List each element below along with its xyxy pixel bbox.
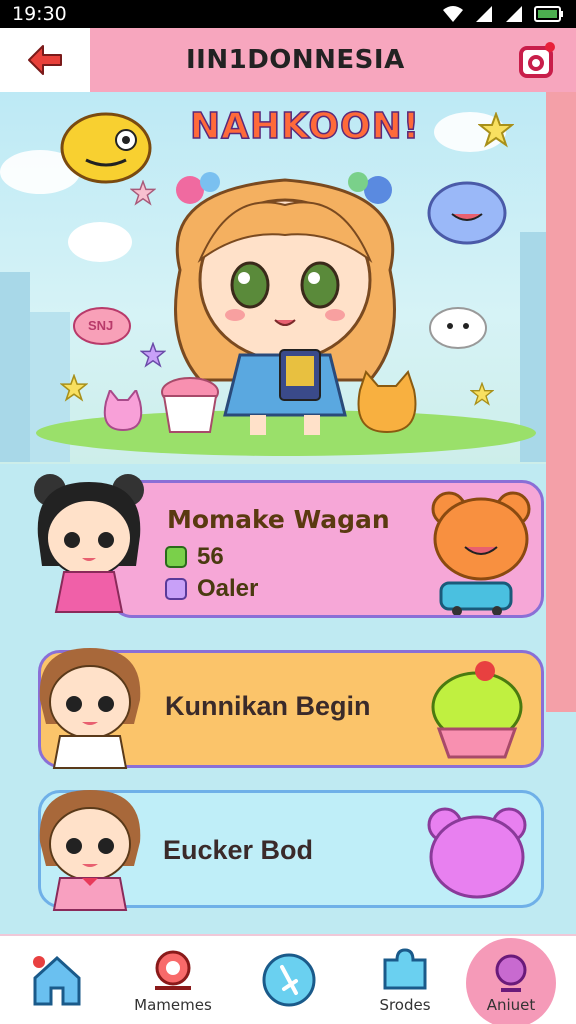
star-icon-small — [130, 180, 156, 206]
star-icon — [478, 112, 514, 148]
back-button[interactable] — [0, 28, 90, 92]
nav-aniuet-label: Aniuet — [486, 996, 536, 1014]
hero-banner: NAHKOON! SNJ — [0, 92, 576, 464]
stat-type-label: Oaler — [197, 575, 259, 602]
star-icon-yellow — [60, 374, 88, 402]
nav-home[interactable] — [2, 936, 112, 1024]
nav-aniuet[interactable]: Aniuet — [466, 938, 556, 1024]
orange-cat-sticker — [357, 370, 417, 434]
status-bar: 19:30 — [0, 0, 576, 28]
camera-icon — [519, 42, 555, 78]
page-title: IIN1DONNESIA — [186, 45, 405, 75]
side-pillar — [546, 92, 576, 712]
bubble-text: SNJ — [88, 318, 114, 333]
pink-cat-sticker — [103, 390, 143, 432]
stat-value: 56 — [197, 543, 224, 570]
card-stat-level: 56 — [165, 543, 224, 571]
signal-icon-2 — [506, 6, 522, 22]
card-name: Eucker Bod — [163, 835, 314, 865]
green-monster-sticker — [431, 661, 523, 759]
bear-mascot-sticker — [431, 491, 531, 615]
card-stat-type: Oaler — [165, 575, 258, 603]
bottom-nav: Mamemes Srodes Aniuet — [0, 934, 576, 1024]
nav-mamemes[interactable]: Mamemes — [118, 936, 228, 1024]
camera-button[interactable] — [516, 39, 558, 81]
arrow-left-icon — [28, 45, 62, 75]
search-pin-icon — [155, 950, 191, 990]
avatar-brown-hair-girl — [39, 648, 141, 769]
cupcake-sticker — [161, 377, 219, 433]
puzzle-icon — [383, 948, 427, 990]
status-time: 19:30 — [12, 3, 67, 25]
signal-icon — [476, 6, 492, 22]
app-header: IIN1DONNESIA — [0, 28, 576, 92]
hero-title: NAHKOON! — [189, 105, 421, 148]
wifi-icon — [443, 6, 463, 22]
compass-icon — [262, 953, 316, 1007]
nav-center[interactable] — [234, 936, 344, 1024]
leaf-icon — [165, 546, 187, 568]
card-name: Momake Wagan — [167, 505, 390, 534]
status-icons — [442, 5, 564, 23]
yellow-monster-sticker — [60, 112, 152, 184]
character-card-1[interactable]: Momake Wagan 56 Oaler — [110, 480, 544, 618]
avatar-short-hair-girl — [39, 790, 141, 911]
pink-monster-sticker — [427, 807, 527, 899]
cloud-face-sticker — [429, 307, 487, 349]
nav-mamemes-label: Mamemes — [134, 996, 212, 1014]
nav-srodes-label: Srodes — [379, 996, 431, 1014]
profile-badge-icon — [495, 954, 527, 992]
badge-icon — [165, 578, 187, 600]
home-icon — [33, 955, 81, 1006]
star-icon-right — [470, 382, 494, 406]
header-title-bar: IIN1DONNESIA — [90, 28, 576, 92]
nav-srodes[interactable]: Srodes — [350, 936, 460, 1024]
battery-icon — [534, 6, 563, 22]
star-icon-purple — [140, 342, 166, 368]
blue-monster-sticker — [427, 181, 507, 245]
card-name: Kunnikan Begin — [165, 691, 371, 721]
avatar-black-hair-girl — [34, 474, 144, 613]
